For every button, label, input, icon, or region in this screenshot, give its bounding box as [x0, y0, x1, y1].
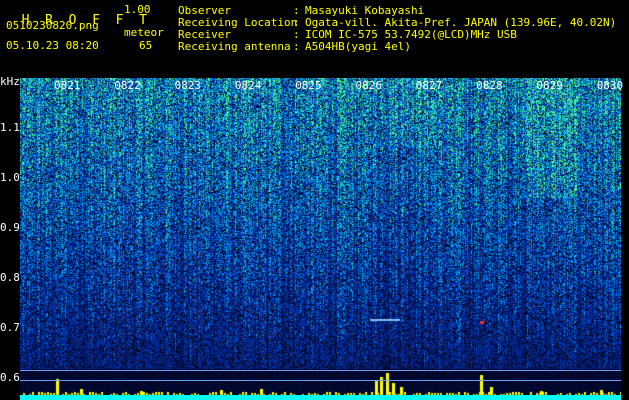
time-tick-label: 0822: [114, 79, 141, 92]
info-colon: :: [293, 40, 300, 53]
reference-line: [20, 380, 621, 381]
freq-unit-label: kHz: [0, 75, 20, 88]
antenna-label: Receiving antenna: [178, 40, 291, 53]
time-tick-label: 0824: [234, 79, 262, 92]
logo-letter: F: [115, 13, 124, 28]
freq-tick-label: 0.9: [0, 221, 20, 234]
time-tick-label: 0829: [536, 79, 563, 92]
meteor-count: 65: [139, 39, 153, 52]
reference-line: [20, 370, 621, 371]
time-axis: 0821 0822 0823 0824 0825 0826 0827 0828 0829 0830: [20, 78, 624, 92]
filename-label: 0510230820.png: [6, 19, 99, 32]
signal-baseline: [20, 395, 621, 400]
time-tick-label: 0826: [355, 79, 383, 92]
meteor-label: meteor: [124, 26, 164, 39]
freq-tick-label: 0.6: [0, 371, 20, 384]
antenna-value: A504HB(yagi 4el): [305, 40, 411, 53]
freq-tick-label: 1.0: [0, 171, 20, 184]
datetime-label: 05.10.23 08:20: [6, 39, 99, 52]
spectrogram-canvas: [20, 78, 621, 400]
time-tick-label: 0823: [174, 79, 202, 92]
freq-tick-label: 0.8: [0, 271, 20, 284]
freq-tick-label: 0.7: [0, 321, 20, 334]
freq-tick-label: 1.1: [0, 121, 20, 134]
time-tick-label: 0828: [476, 79, 503, 92]
time-tick-label: 0830: [596, 79, 624, 92]
time-tick-label: 0825: [295, 79, 322, 92]
time-tick-label: 0827: [415, 79, 443, 92]
time-tick-label: 0821: [54, 79, 81, 92]
version-label: 1.00: [124, 3, 151, 16]
